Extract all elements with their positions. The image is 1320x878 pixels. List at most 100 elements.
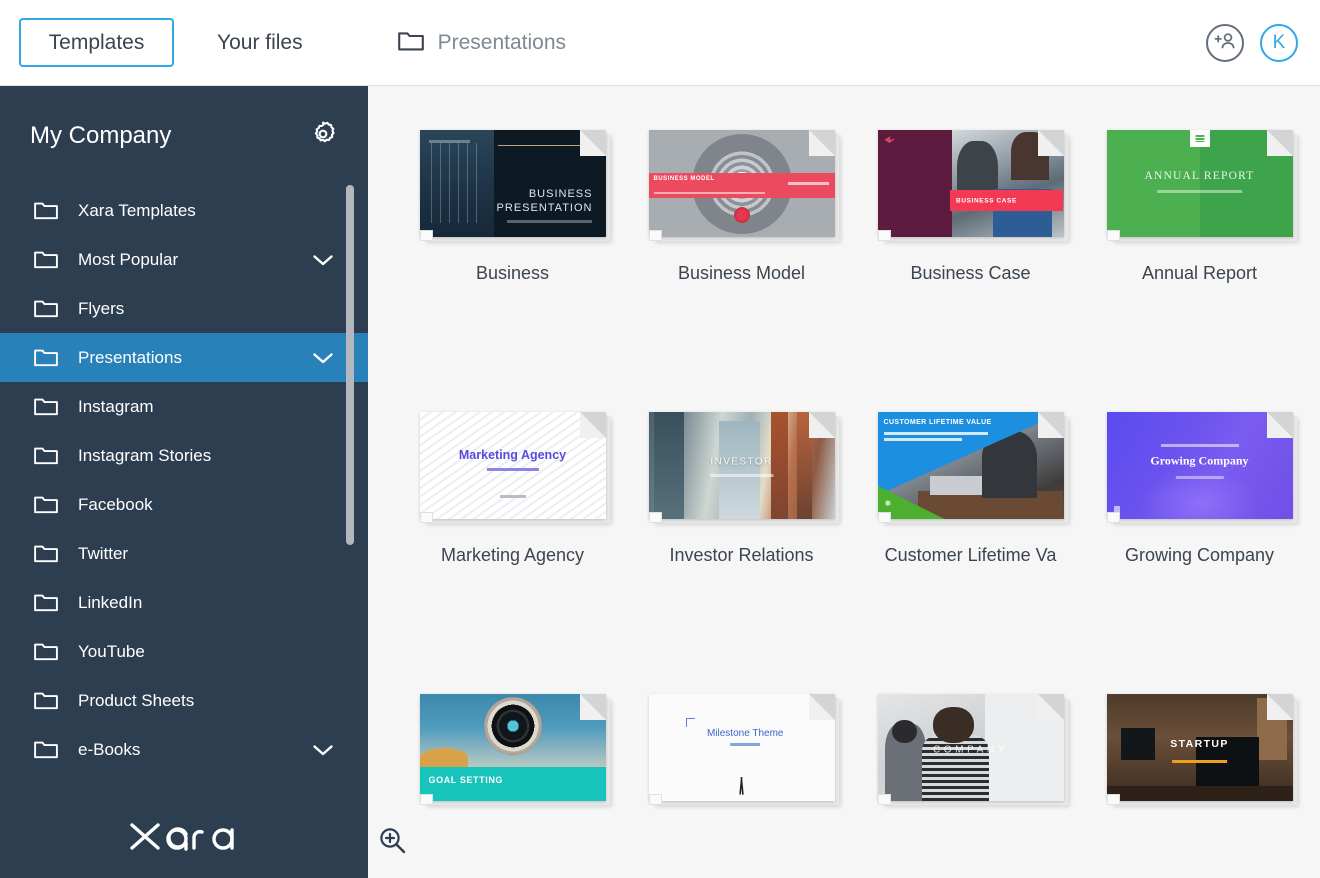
template-card[interactable]: BUSINESS CASE Business Case bbox=[856, 130, 1085, 412]
sidebar-item-label: YouTube bbox=[78, 641, 145, 661]
thumb-title: STARTUP bbox=[1170, 738, 1229, 751]
sidebar-item-label: e-Books bbox=[78, 739, 141, 759]
sidebar-item-product-sheets[interactable]: Product Sheets bbox=[0, 676, 368, 725]
page-fold-icon bbox=[1266, 130, 1293, 156]
page-tab-corner bbox=[1106, 794, 1120, 805]
template-card[interactable]: STARTUP bbox=[1085, 694, 1314, 878]
folder-icon bbox=[34, 740, 58, 759]
sidebar-item-most-popular[interactable]: Most Popular bbox=[0, 235, 368, 284]
page-fold-icon bbox=[579, 412, 606, 438]
sidebar-item-label: Xara Templates bbox=[78, 200, 196, 220]
folder-icon bbox=[34, 201, 58, 220]
template-thumbnail[interactable]: Growing Company bbox=[1106, 412, 1297, 523]
sidebar-item-instagram[interactable]: Instagram bbox=[0, 382, 368, 431]
chevron-down-icon[interactable] bbox=[312, 253, 334, 267]
sidebar-item-label: Instagram bbox=[78, 396, 154, 416]
sidebar-item-e-books[interactable]: e-Books bbox=[0, 725, 368, 774]
template-thumbnail[interactable]: COMPANY bbox=[877, 694, 1068, 805]
template-thumbnail[interactable]: STARTUP bbox=[1106, 694, 1297, 805]
template-thumbnail[interactable]: CUSTOMER LIFETIME VALUE ❅ bbox=[877, 412, 1068, 523]
folder-icon bbox=[34, 495, 58, 514]
folder-icon bbox=[34, 544, 58, 563]
chevron-down-icon[interactable] bbox=[312, 743, 334, 757]
template-grid: BUSINESS PRESENTATION Business BUSINESS MOD… bbox=[368, 86, 1320, 878]
template-label: Business Model bbox=[677, 263, 806, 283]
add-user-button[interactable] bbox=[1206, 24, 1244, 62]
template-card[interactable]: Marketing Agency Marketing Agency bbox=[398, 412, 627, 694]
folder-icon bbox=[397, 30, 424, 56]
page-tab-corner bbox=[419, 512, 433, 523]
sidebar-scrollbar-thumb[interactable] bbox=[346, 185, 354, 545]
breadcrumb[interactable]: Presentations bbox=[397, 30, 567, 56]
template-thumbnail[interactable]: BUSINESS MODEL bbox=[648, 130, 839, 241]
page-fold-icon bbox=[579, 130, 606, 156]
template-card[interactable]: ANNUAL REPORT Annual Report bbox=[1085, 130, 1314, 412]
page-fold-icon bbox=[1037, 694, 1064, 720]
app-window: Templates Your files Presentations K My … bbox=[0, 0, 1320, 878]
template-card[interactable]: INVESTOR Investor Relations bbox=[627, 412, 856, 694]
thumb-art: GOAL SETTING bbox=[419, 694, 606, 801]
tab-templates[interactable]: Templates bbox=[19, 18, 174, 67]
sidebar-item-label: Most Popular bbox=[78, 249, 179, 269]
zoom-in-icon bbox=[377, 825, 407, 860]
sidebar-item-xara-templates[interactable]: Xara Templates bbox=[0, 186, 368, 235]
zoom-in-button[interactable] bbox=[374, 824, 410, 860]
settings-button[interactable] bbox=[308, 119, 338, 154]
sidebar-item-label: Flyers bbox=[78, 298, 125, 318]
sidebar-item-label: LinkedIn bbox=[78, 592, 143, 612]
template-thumbnail[interactable]: Milestone Theme bbox=[648, 694, 839, 805]
thumb-title: ANNUAL REPORT bbox=[1144, 170, 1255, 182]
template-thumbnail[interactable]: BUSINESS CASE bbox=[877, 130, 1068, 241]
sidebar-item-instagram-stories[interactable]: Instagram Stories bbox=[0, 431, 368, 480]
sidebar-item-facebook[interactable]: Facebook bbox=[0, 480, 368, 529]
thumb-title: Marketing Agency bbox=[458, 447, 567, 462]
template-thumbnail[interactable]: ANNUAL REPORT bbox=[1106, 130, 1297, 241]
sidebar-item-flyers[interactable]: Flyers bbox=[0, 284, 368, 333]
chevron-down-icon[interactable] bbox=[312, 351, 334, 365]
sidebar-item-youtube[interactable]: YouTube bbox=[0, 627, 368, 676]
thumb-title: Milestone Theme bbox=[706, 728, 784, 740]
template-card[interactable]: CUSTOMER LIFETIME VALUE ❅ Customer Lifetim… bbox=[856, 412, 1085, 694]
sidebar-item-label: Product Sheets bbox=[78, 690, 195, 710]
avatar[interactable]: K bbox=[1260, 24, 1298, 62]
template-thumbnail[interactable]: BUSINESS PRESENTATION bbox=[419, 130, 610, 241]
template-label: Annual Report bbox=[1141, 263, 1258, 283]
folder-icon bbox=[34, 250, 58, 269]
template-card[interactable]: Growing Company Growing Company bbox=[1085, 412, 1314, 694]
sidebar-header: My Company bbox=[0, 86, 368, 186]
folder-icon bbox=[34, 397, 58, 416]
sidebar-item-label: Instagram Stories bbox=[78, 445, 212, 465]
page-tab-corner bbox=[1106, 230, 1120, 241]
page-tab-corner bbox=[648, 512, 662, 523]
thumb-title: BUSINESS PRESENTATION bbox=[496, 188, 593, 214]
page-tab-corner bbox=[877, 230, 891, 241]
tab-your-files[interactable]: Your files bbox=[217, 31, 303, 55]
sidebar: My Company Xara Templates Most Popular Fly… bbox=[0, 86, 368, 878]
sidebar-item-twitter[interactable]: Twitter bbox=[0, 529, 368, 578]
sidebar-item-linkedin[interactable]: LinkedIn bbox=[0, 578, 368, 627]
template-card[interactable]: BUSINESS PRESENTATION Business bbox=[398, 130, 627, 412]
sidebar-item-label: Facebook bbox=[78, 494, 153, 514]
thumb-title: INVESTOR bbox=[710, 456, 773, 468]
template-thumbnail[interactable]: Marketing Agency bbox=[419, 412, 610, 523]
page-tab-corner bbox=[648, 794, 662, 805]
template-card[interactable]: Milestone Theme bbox=[627, 694, 856, 878]
template-card[interactable]: BUSINESS MODEL Business Model bbox=[627, 130, 856, 412]
template-thumbnail[interactable]: GOAL SETTING bbox=[419, 694, 610, 805]
thumb-art: Marketing Agency bbox=[419, 412, 606, 519]
template-card[interactable]: COMPANY bbox=[856, 694, 1085, 878]
thumb-title: CUSTOMER LIFETIME VALUE bbox=[883, 419, 992, 426]
sidebar-item-presentations[interactable]: Presentations bbox=[0, 333, 368, 382]
tab-templates-label: Templates bbox=[48, 30, 145, 54]
template-card[interactable]: GOAL SETTING bbox=[398, 694, 627, 878]
thumb-title: COMPANY bbox=[932, 744, 1009, 756]
breadcrumb-label: Presentations bbox=[437, 30, 567, 54]
thumb-art: BUSINESS MODEL bbox=[648, 130, 835, 237]
thumb-art: ANNUAL REPORT bbox=[1106, 130, 1293, 237]
template-thumbnail[interactable]: INVESTOR bbox=[648, 412, 839, 523]
sidebar-item-label: Presentations bbox=[78, 347, 182, 367]
page-tab-corner bbox=[1106, 512, 1120, 523]
template-row: BUSINESS PRESENTATION Business BUSINESS MOD… bbox=[368, 130, 1320, 412]
thumb-art: CUSTOMER LIFETIME VALUE ❅ bbox=[877, 412, 1064, 519]
sidebar-scrollbar-track[interactable] bbox=[346, 185, 354, 640]
